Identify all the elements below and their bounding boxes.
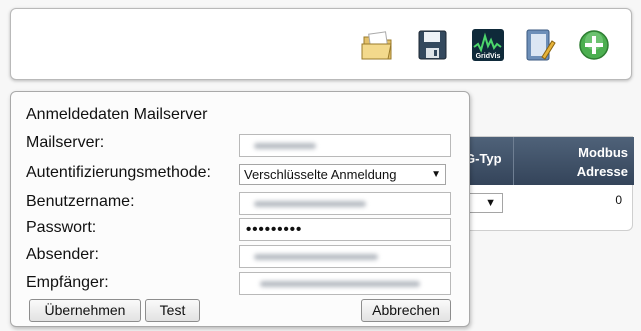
password-mask: ••••••••• bbox=[246, 221, 303, 238]
gridvis-icon-text: GridVis bbox=[476, 53, 501, 60]
redacted-value bbox=[254, 201, 366, 207]
column-header-modbus[interactable]: Modbus Adresse bbox=[577, 143, 628, 181]
toolbar: GridVis bbox=[10, 8, 632, 80]
username-input[interactable] bbox=[239, 192, 451, 215]
sender-input[interactable] bbox=[239, 245, 451, 268]
device-table: G-Typ Modbus Adresse ▼ 0 bbox=[452, 136, 634, 231]
auth-method-value: Verschlüsselte Anmeldung bbox=[244, 167, 397, 182]
column-header-typ[interactable]: G-Typ bbox=[465, 151, 502, 166]
sender-label: Absender: bbox=[26, 246, 99, 263]
notepad-icon[interactable] bbox=[523, 27, 557, 63]
redacted-value bbox=[254, 254, 378, 260]
folder-open-icon[interactable] bbox=[361, 27, 395, 63]
redacted-value bbox=[260, 281, 420, 287]
add-icon[interactable] bbox=[577, 27, 611, 63]
column-header-modbus-line2: Adresse bbox=[576, 164, 628, 179]
test-button[interactable]: Test bbox=[145, 299, 200, 322]
chevron-down-icon: ▼ bbox=[485, 197, 496, 209]
password-label: Passwort: bbox=[26, 219, 97, 236]
table-header: G-Typ Modbus Adresse bbox=[453, 137, 634, 185]
auth-method-select[interactable]: Verschlüsselte Anmeldung ▼ bbox=[239, 164, 446, 185]
apply-button[interactable]: Übernehmen bbox=[29, 299, 141, 322]
save-icon[interactable] bbox=[415, 27, 449, 63]
username-label: Benutzername: bbox=[26, 193, 135, 210]
recipient-input[interactable] bbox=[239, 272, 451, 295]
column-divider bbox=[513, 137, 514, 185]
password-input[interactable]: ••••••••• bbox=[239, 218, 451, 241]
dialog-title: Anmeldedaten Mailserver bbox=[26, 106, 208, 123]
recipient-label: Empfänger: bbox=[26, 274, 109, 291]
gridvis-icon[interactable]: GridVis bbox=[471, 27, 505, 63]
chevron-down-icon: ▼ bbox=[429, 165, 441, 184]
mailserver-label: Mailserver: bbox=[26, 134, 105, 151]
mailserver-dialog: Anmeldedaten Mailserver Mailserver: Aute… bbox=[10, 91, 470, 327]
redacted-value bbox=[254, 143, 316, 149]
mailserver-input[interactable] bbox=[239, 134, 451, 157]
modbus-address-value: 0 bbox=[615, 193, 622, 207]
cancel-button[interactable]: Abbrechen bbox=[361, 299, 451, 322]
column-header-modbus-line1: Modbus bbox=[578, 145, 628, 160]
auth-method-label: Autentifizierungsmethode: bbox=[26, 164, 211, 181]
